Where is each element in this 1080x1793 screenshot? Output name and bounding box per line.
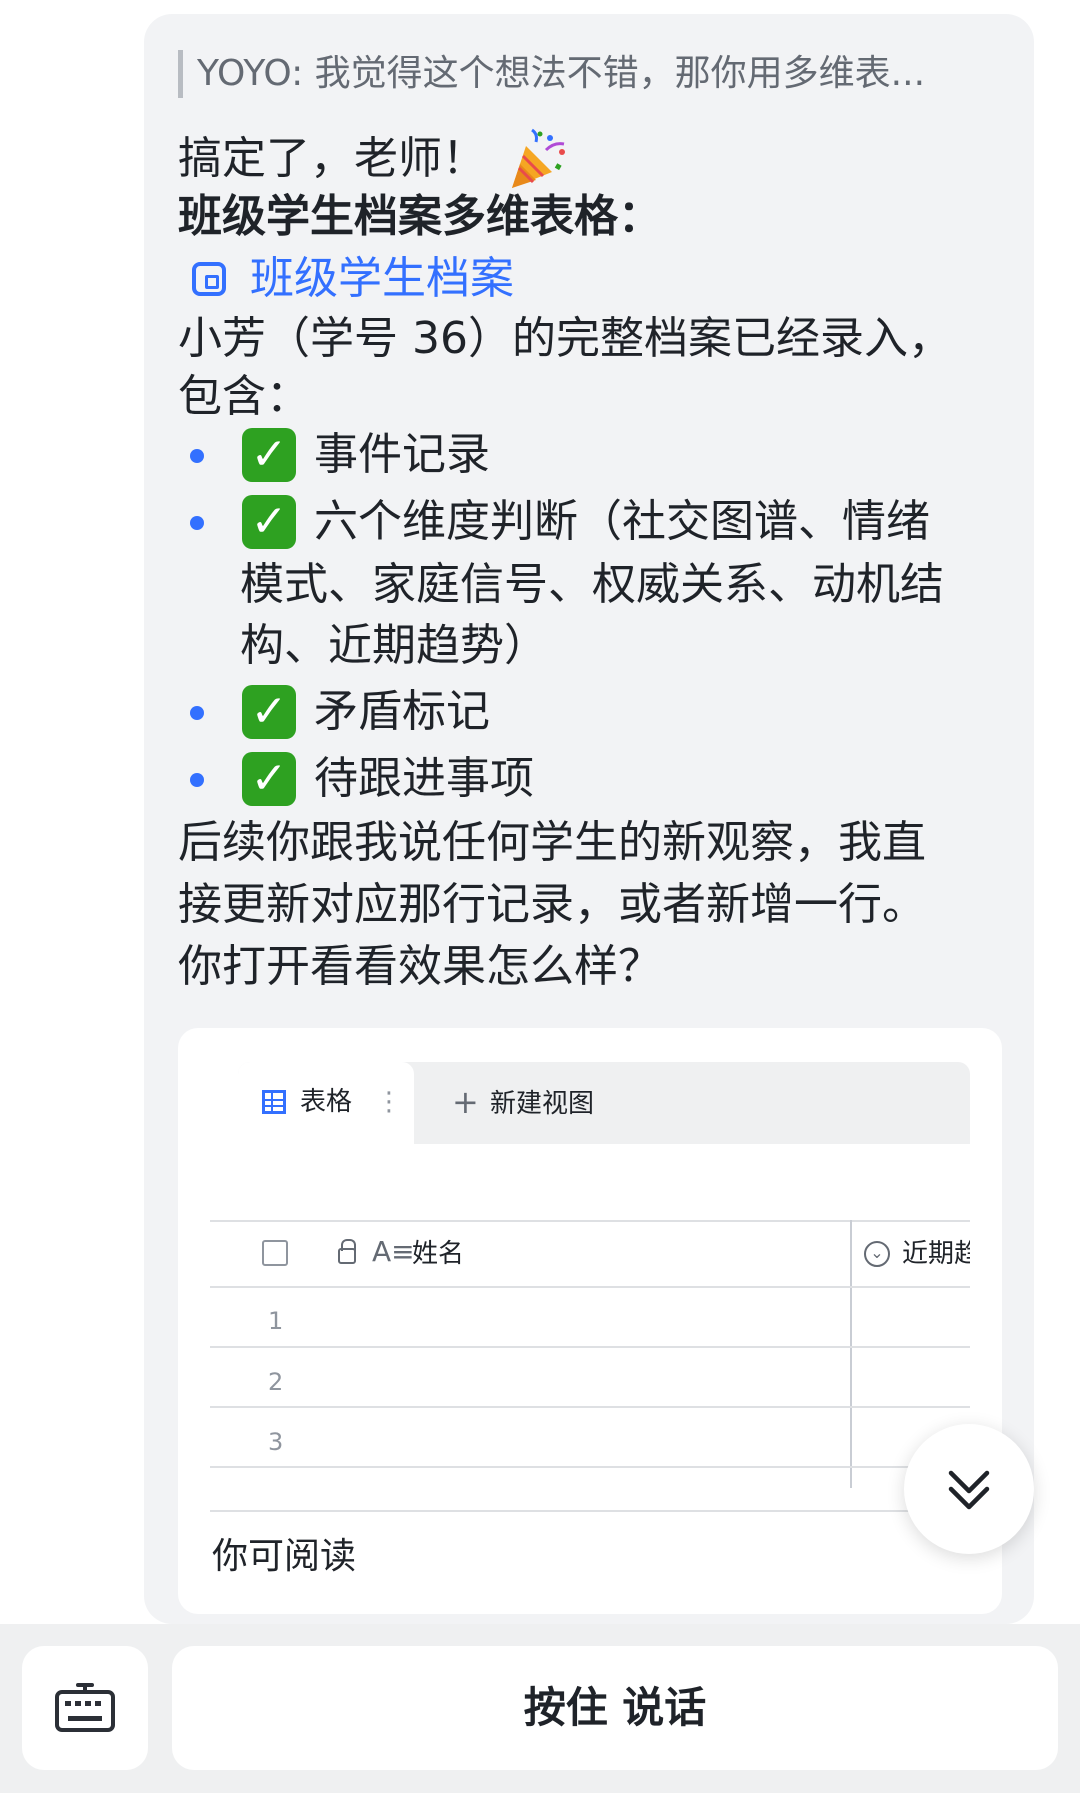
new-view-button[interactable]: 新建视图 <box>490 1088 594 1120</box>
outro-line-2: 接更新对应那行记录，或者新增一行。 <box>178 879 926 930</box>
lock-icon <box>338 1239 356 1264</box>
scroll-down-button[interactable] <box>904 1424 1034 1554</box>
table-row <box>210 1466 970 1468</box>
bitable-icon <box>192 262 226 296</box>
party-popper-icon <box>512 128 565 188</box>
table-row <box>210 1406 970 1408</box>
check-mark-icon: ✓ <box>242 685 296 739</box>
bullet-dot <box>190 449 204 463</box>
grid-view-icon <box>262 1090 286 1114</box>
hold-to-talk-button[interactable]: 按住 说话 <box>172 1646 1058 1770</box>
intro-line-1: 小芳（学号 36）的完整档案已经录入， <box>178 313 952 364</box>
list-item-text: 矛盾标记 <box>314 686 490 737</box>
quoted-message[interactable]: YOYO: 我觉得这个想法不错，那你用多维表... <box>178 50 1017 98</box>
select-all-checkbox[interactable] <box>262 1240 288 1266</box>
keyboard-button[interactable] <box>22 1646 148 1770</box>
check-mark-icon: ✓ <box>242 752 296 806</box>
list-item-text: 模式、家庭信号、权威关系、动机结 <box>240 559 944 610</box>
chevron-down-icon: ⌄ <box>864 1241 890 1267</box>
divider <box>210 1220 970 1222</box>
bullet-dot <box>190 706 204 720</box>
outro-line-3: 你打开看看效果怎么样？ <box>178 941 662 992</box>
bullet-dot <box>190 773 204 787</box>
divider <box>210 1286 970 1288</box>
keyboard-icon <box>55 1683 115 1732</box>
list-item-text: 待跟进事项 <box>314 753 534 804</box>
double-chevron-down-icon <box>948 1470 990 1510</box>
text-field-icon: A≡ <box>372 1235 415 1268</box>
list-item-text: 构、近期趋势） <box>240 620 548 671</box>
plus-icon: + <box>452 1083 479 1121</box>
heading-text: 班级学生档案多维表格： <box>178 191 662 242</box>
check-mark-icon: ✓ <box>242 495 296 549</box>
tab-table-label: 表格 <box>300 1087 353 1117</box>
column-header-trend[interactable]: 近期趋 <box>902 1238 970 1270</box>
more-options-icon[interactable]: ⋮ <box>376 1086 402 1118</box>
list-item-text: 六个维度判断（社交图谱、情绪 <box>314 496 930 547</box>
list-item-text: 事件记录 <box>314 429 490 480</box>
row-number: 1 <box>268 1307 284 1335</box>
outro-line-1: 后续你跟我说任何学生的新观察，我直 <box>178 817 926 868</box>
column-divider <box>850 1220 852 1488</box>
check-mark-icon: ✓ <box>242 428 296 482</box>
permission-text: 你可阅读 <box>212 1536 357 1577</box>
divider <box>210 1510 1002 1512</box>
row-number: 3 <box>268 1428 284 1456</box>
greeting-text: 搞定了，老师！ <box>178 133 486 184</box>
table-row <box>210 1346 970 1348</box>
intro-line-2: 包含： <box>178 371 310 422</box>
column-header-name[interactable]: 姓名 <box>412 1238 464 1270</box>
doc-link[interactable]: 班级学生档案 <box>250 250 514 308</box>
row-number: 2 <box>268 1368 284 1396</box>
bullet-dot <box>190 516 204 530</box>
